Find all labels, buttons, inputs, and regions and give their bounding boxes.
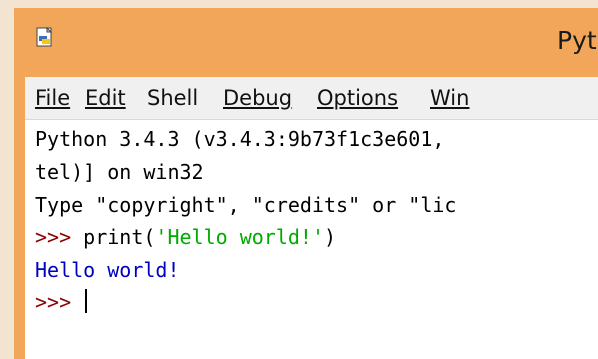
window-title: Pyt xyxy=(557,26,597,55)
banner-line-2: tel)] on win32 xyxy=(35,160,204,184)
command-close-paren: ) xyxy=(324,225,337,249)
menu-edit[interactable]: Edit xyxy=(85,86,126,110)
menu-bar: File Edit Shell Debug Options Win xyxy=(25,77,598,120)
menu-windows[interactable]: Win xyxy=(430,86,469,110)
command-string: 'Hello world!' xyxy=(155,225,324,249)
menu-shell[interactable]: Shell xyxy=(147,86,198,110)
banner-line-3: Type "copyright", "credits" or "lic xyxy=(35,193,457,217)
idle-shell-window: Pyt File Edit Shell Debug Options Win Py… xyxy=(14,8,598,359)
command-function: print( xyxy=(83,225,156,249)
prompt-marker: >>> xyxy=(35,290,84,314)
output-line: Hello world! xyxy=(35,258,180,282)
prompt-marker: >>> xyxy=(35,225,84,249)
command-line: >>> print('Hello world!') xyxy=(35,224,336,251)
shell-text-area[interactable]: Python 3.4.3 (v3.4.3:9b73f1c3e601, tel)]… xyxy=(25,120,598,359)
menu-debug[interactable]: Debug xyxy=(223,86,292,110)
python-idle-icon[interactable] xyxy=(34,26,56,48)
banner-line-1: Python 3.4.3 (v3.4.3:9b73f1c3e601, xyxy=(35,127,445,151)
title-bar[interactable]: Pyt xyxy=(14,8,598,77)
text-cursor xyxy=(85,289,88,313)
menu-options[interactable]: Options xyxy=(317,86,398,110)
client-area: File Edit Shell Debug Options Win Python… xyxy=(25,77,598,359)
input-prompt-line[interactable]: >>> xyxy=(35,289,88,316)
menu-file[interactable]: File xyxy=(35,86,70,110)
